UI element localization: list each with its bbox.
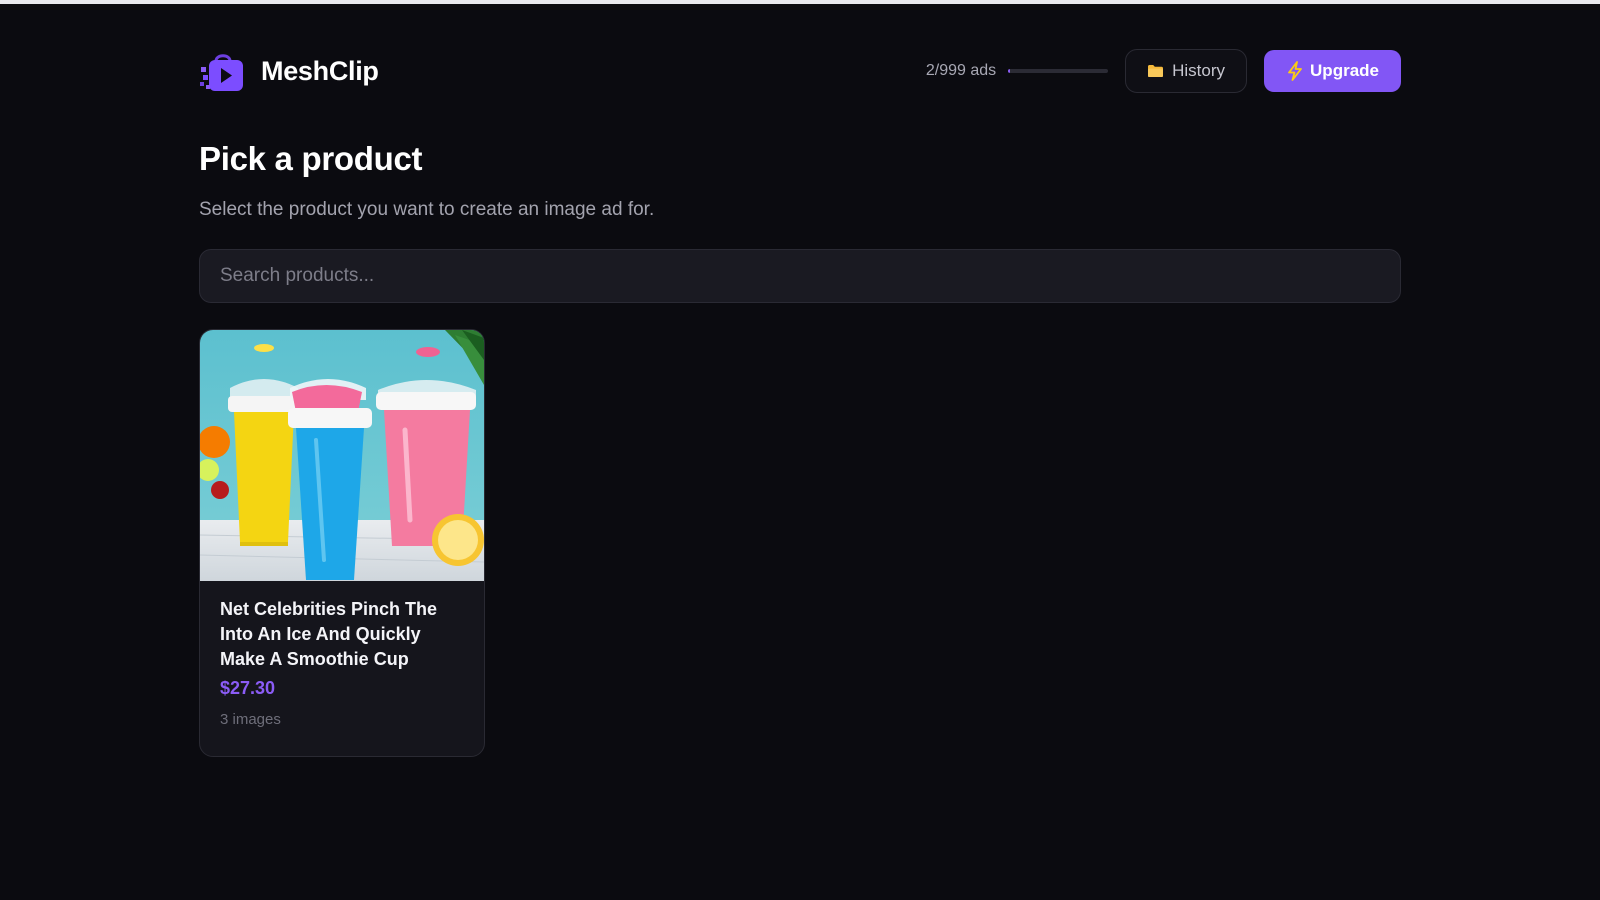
product-grid: Net Celebrities Pinch The Into An Ice An… [199, 329, 1401, 757]
brand[interactable]: MeshClip [199, 47, 379, 95]
ad-usage-meter: 2/999 ads [925, 62, 1109, 80]
product-card-body: Net Celebrities Pinch The Into An Ice An… [200, 581, 484, 728]
product-image-count: 3 images [220, 711, 281, 728]
product-image [200, 330, 484, 581]
top-edge-bar [0, 0, 1600, 4]
history-label: History [1172, 61, 1226, 80]
product-price: $27.30 [220, 678, 276, 698]
folder-icon [1147, 64, 1164, 78]
page-container: MeshClip 2/999 ads History Upgrade Pick … [199, 46, 1401, 757]
page-subtitle: Select the product you want to create an… [199, 199, 655, 220]
ad-usage-fill [1008, 69, 1011, 73]
header-actions: 2/999 ads History Upgrade [926, 49, 1401, 93]
upgrade-button[interactable]: Upgrade [1264, 50, 1401, 92]
product-search-input[interactable] [199, 249, 1401, 303]
product-card[interactable]: Net Celebrities Pinch The Into An Ice An… [199, 329, 485, 757]
product-title: Net Celebrities Pinch The Into An Ice An… [220, 599, 438, 669]
brand-name: MeshClip [261, 55, 379, 86]
page-title: Pick a product [199, 140, 423, 177]
shopping-bag-play-icon [200, 54, 243, 91]
lightning-bolt-icon [1286, 61, 1304, 81]
ad-usage-track [1008, 69, 1109, 73]
history-button[interactable]: History [1125, 49, 1248, 93]
ad-usage-text: 2/999 ads [925, 62, 997, 79]
app-header: MeshClip 2/999 ads History Upgrade [199, 46, 1401, 96]
upgrade-label: Upgrade [1310, 61, 1379, 80]
